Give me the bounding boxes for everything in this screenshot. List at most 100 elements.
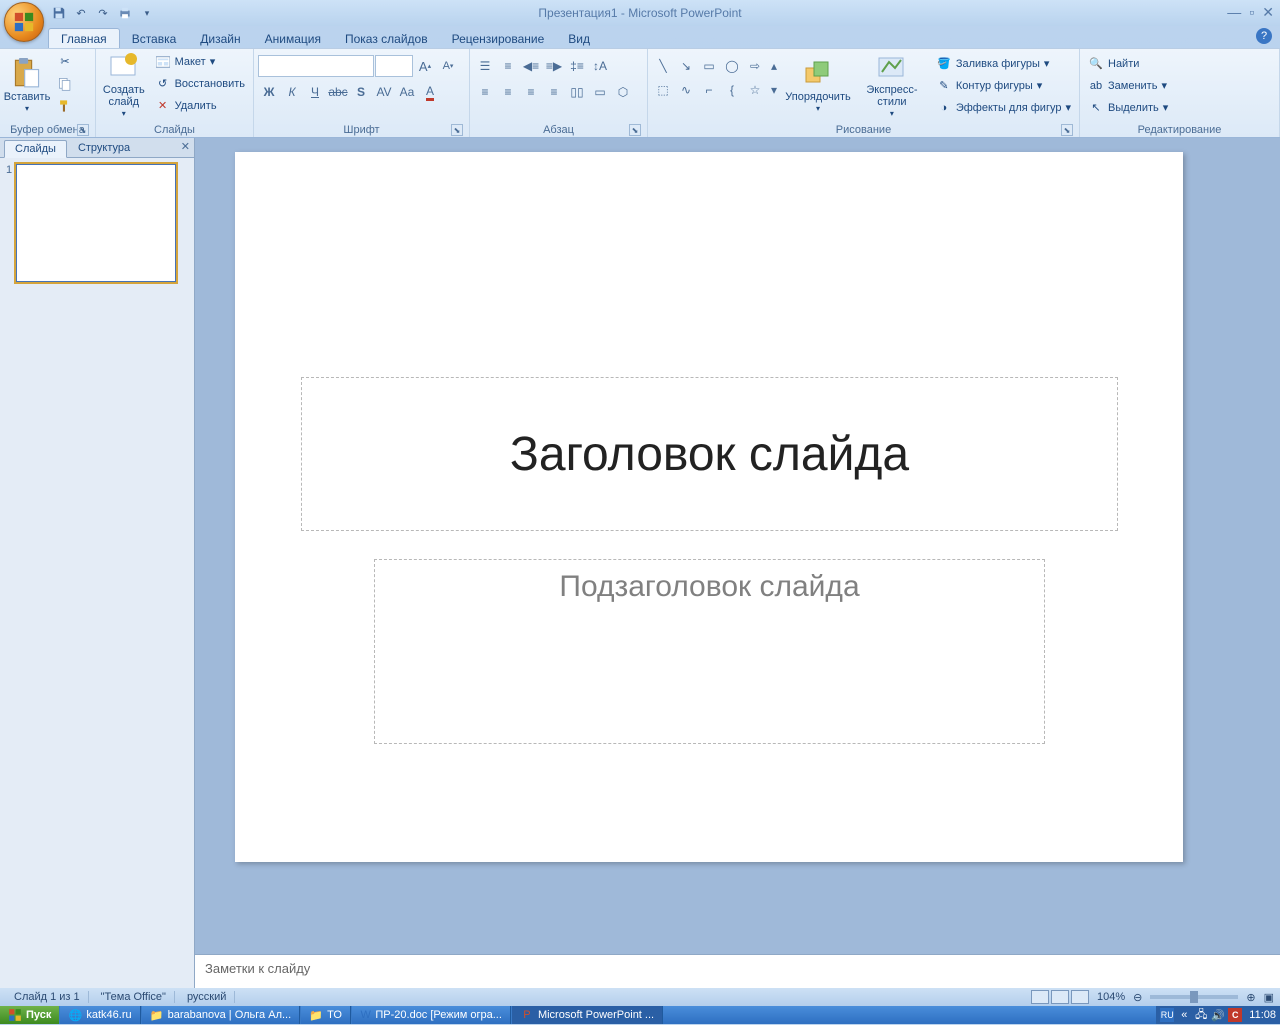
strikethrough-button[interactable]: abc	[327, 81, 349, 103]
shape-connector-icon[interactable]: ⌐	[698, 79, 720, 101]
italic-button[interactable]: К	[281, 81, 303, 103]
columns-button[interactable]: ▯▯	[566, 81, 588, 103]
shape-rarrow-icon[interactable]: ⇨	[744, 55, 766, 77]
font-color-button[interactable]: A	[419, 81, 441, 103]
shapes-more[interactable]: ▾	[767, 79, 781, 101]
layout-button[interactable]: Макет ▾	[151, 51, 249, 72]
task-item-4[interactable]: PMicrosoft PowerPoint ...	[511, 1006, 663, 1024]
shape-star-icon[interactable]: ☆	[744, 79, 766, 101]
side-tab-slides[interactable]: Слайды	[4, 140, 67, 158]
tab-view[interactable]: Вид	[556, 29, 602, 48]
increase-indent-button[interactable]: ≡▶	[543, 55, 565, 77]
numbering-button[interactable]: ≡	[497, 55, 519, 77]
shape-textbox-icon[interactable]: ⬚	[652, 79, 674, 101]
shape-curve-icon[interactable]: ∿	[675, 79, 697, 101]
copy-button[interactable]	[53, 73, 77, 94]
new-slide-button[interactable]: Создать слайд ▾	[100, 51, 148, 119]
text-direction-button[interactable]: ↕A	[589, 55, 611, 77]
undo-icon[interactable]: ↶	[72, 4, 90, 22]
select-button[interactable]: ↖Выделить ▾	[1084, 97, 1172, 118]
zoom-out-button[interactable]: ⊖	[1133, 991, 1142, 1004]
shrink-font-button[interactable]: A▾	[437, 55, 459, 77]
decrease-indent-button[interactable]: ◀≡	[520, 55, 542, 77]
shadow-button[interactable]: S	[350, 81, 372, 103]
find-button[interactable]: 🔍Найти	[1084, 53, 1172, 74]
title-placeholder[interactable]: Заголовок слайда	[301, 377, 1118, 531]
shapes-gallery[interactable]: ╲ ↘ ▭ ◯ ⇨ ▴ ⬚ ∿ ⌐ { ☆ ▾	[652, 51, 781, 101]
delete-slide-button[interactable]: ✕Удалить	[151, 95, 249, 116]
start-button[interactable]: Пуск	[0, 1006, 59, 1024]
clock[interactable]: 11:08	[1249, 1009, 1276, 1021]
font-name-combo[interactable]	[258, 55, 374, 77]
task-item-1[interactable]: 📁barabanova | Ольга Ал...	[141, 1006, 301, 1024]
shape-arrow-icon[interactable]: ↘	[675, 55, 697, 77]
restore-button[interactable]: ▫	[1249, 4, 1254, 21]
shape-effects-button[interactable]: ◑Эффекты для фигур ▾	[932, 97, 1075, 118]
replace-button[interactable]: abЗаменить ▾	[1084, 75, 1172, 96]
tray-app-icon[interactable]: C	[1228, 1008, 1242, 1022]
align-text-button[interactable]: ▭	[589, 81, 611, 103]
status-language[interactable]: русский	[179, 991, 235, 1003]
redo-icon[interactable]: ↷	[94, 4, 112, 22]
task-item-3[interactable]: WПР-20.doc [Режим огра...	[351, 1006, 511, 1024]
tab-animations[interactable]: Анимация	[253, 29, 333, 48]
shape-outline-button[interactable]: ✎Контур фигуры ▾	[932, 75, 1075, 96]
slideshow-view-button[interactable]	[1071, 990, 1089, 1004]
bold-button[interactable]: Ж	[258, 81, 280, 103]
justify-button[interactable]: ≡	[543, 81, 565, 103]
smartart-button[interactable]: ⬡	[612, 81, 634, 103]
task-item-2[interactable]: 📁ТО	[300, 1006, 351, 1024]
font-dialog-launcher[interactable]: ⬊	[451, 124, 463, 136]
shape-brace-icon[interactable]: {	[721, 79, 743, 101]
quick-styles-button[interactable]: Экспресс-стили▾	[855, 51, 929, 119]
close-button[interactable]: ✕	[1262, 4, 1274, 21]
format-painter-button[interactable]	[53, 95, 77, 116]
arrange-button[interactable]: Упорядочить▾	[784, 51, 852, 119]
underline-button[interactable]: Ч	[304, 81, 326, 103]
align-right-button[interactable]: ≡	[520, 81, 542, 103]
save-icon[interactable]	[50, 4, 68, 22]
paragraph-dialog-launcher[interactable]: ⬊	[629, 124, 641, 136]
tray-sound-icon[interactable]: 🔊	[1211, 1008, 1225, 1022]
subtitle-placeholder[interactable]: Подзаголовок слайда	[374, 559, 1045, 744]
status-slide-number[interactable]: Слайд 1 из 1	[6, 991, 89, 1003]
close-pane-button[interactable]: ✕	[181, 140, 190, 153]
notes-pane[interactable]: Заметки к слайду	[195, 954, 1280, 988]
align-center-button[interactable]: ≡	[497, 81, 519, 103]
shape-line-icon[interactable]: ╲	[652, 55, 674, 77]
tray-chevron-icon[interactable]: «	[1177, 1008, 1191, 1022]
shape-fill-button[interactable]: 🪣Заливка фигуры ▾	[932, 53, 1075, 74]
tab-design[interactable]: Дизайн	[188, 29, 252, 48]
fit-slide-button[interactable]: ▣	[1264, 991, 1274, 1004]
lang-indicator[interactable]: RU	[1160, 1008, 1174, 1022]
qat-dropdown-icon[interactable]: ▾	[138, 4, 156, 22]
paste-button[interactable]: Вставить ▾	[4, 51, 50, 119]
task-item-0[interactable]: 🌐katk46.ru	[59, 1006, 140, 1024]
help-button[interactable]: ?	[1256, 28, 1272, 44]
tray-network-icon[interactable]: 🖧	[1194, 1008, 1208, 1022]
tab-home[interactable]: Главная	[48, 28, 120, 48]
zoom-in-button[interactable]: ⊕	[1246, 991, 1255, 1004]
status-theme[interactable]: "Тема Office"	[93, 991, 175, 1003]
office-button[interactable]	[4, 2, 44, 42]
reset-button[interactable]: ↺Восстановить	[151, 73, 249, 94]
slide-thumbnail[interactable]: 1	[6, 164, 188, 282]
sorter-view-button[interactable]	[1051, 990, 1069, 1004]
zoom-slider[interactable]	[1150, 995, 1238, 999]
normal-view-button[interactable]	[1031, 990, 1049, 1004]
bullets-button[interactable]: ☰	[474, 55, 496, 77]
grow-font-button[interactable]: A▴	[414, 55, 436, 77]
shape-rect-icon[interactable]: ▭	[698, 55, 720, 77]
cut-button[interactable]: ✂	[53, 51, 77, 72]
shapes-scroll-up[interactable]: ▴	[767, 55, 781, 77]
side-tab-outline[interactable]: Структура	[67, 139, 141, 157]
tab-review[interactable]: Рецензирование	[440, 29, 557, 48]
slide-canvas[interactable]: Заголовок слайда Подзаголовок слайда	[235, 152, 1183, 862]
drawing-dialog-launcher[interactable]: ⬊	[1061, 124, 1073, 136]
font-size-combo[interactable]	[375, 55, 413, 77]
change-case-button[interactable]: Aa	[396, 81, 418, 103]
zoom-level[interactable]: 104%	[1097, 991, 1125, 1003]
char-spacing-button[interactable]: AV	[373, 81, 395, 103]
minimize-button[interactable]: —	[1227, 4, 1241, 21]
quick-print-icon[interactable]	[116, 4, 134, 22]
